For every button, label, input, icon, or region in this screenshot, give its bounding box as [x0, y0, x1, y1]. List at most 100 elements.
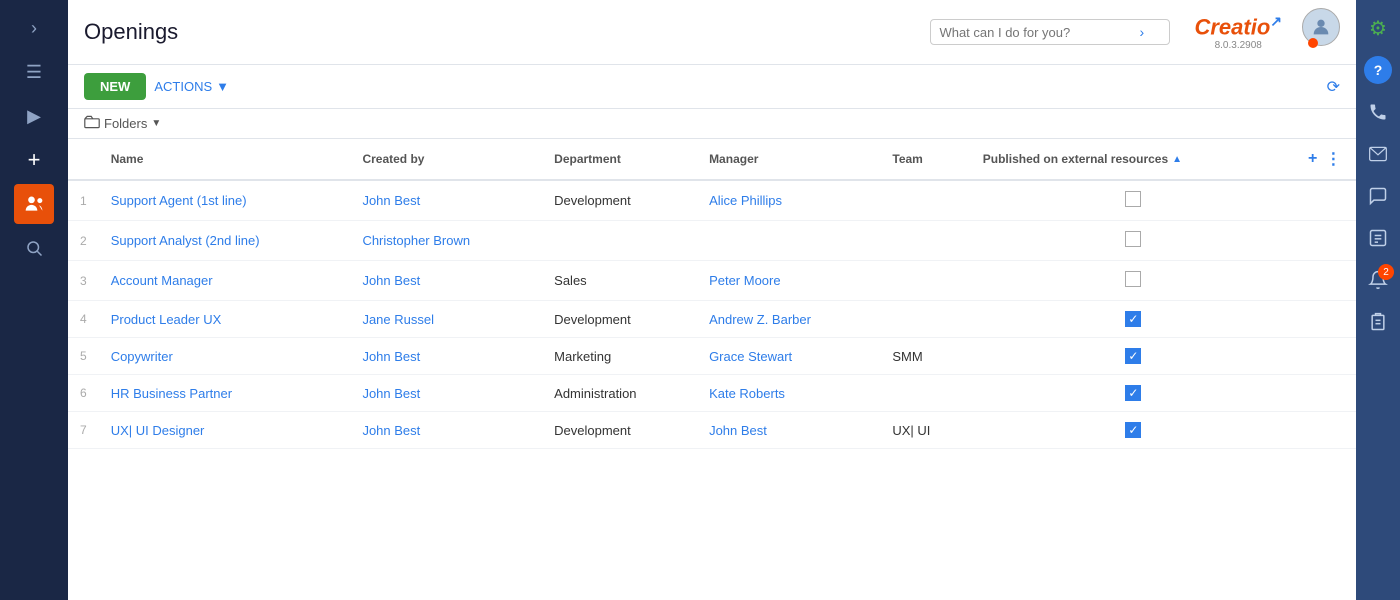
- more-options-icon[interactable]: ⋮: [1325, 149, 1341, 169]
- magnifier-icon[interactable]: [14, 228, 54, 268]
- row-name[interactable]: HR Business Partner: [99, 375, 351, 412]
- help-icon[interactable]: ?: [1364, 56, 1392, 84]
- row-manager[interactable]: Andrew Z. Barber: [697, 301, 880, 338]
- row-created-by[interactable]: Jane Russel: [350, 301, 542, 338]
- col-published[interactable]: Published on external resources ▲: [971, 139, 1296, 180]
- row-manager[interactable]: Kate Roberts: [697, 375, 880, 412]
- add-icon[interactable]: +: [14, 140, 54, 180]
- col-department[interactable]: Department: [542, 139, 697, 180]
- row-created-by[interactable]: John Best: [350, 375, 542, 412]
- people-icon[interactable]: [14, 184, 54, 224]
- checkbox-unchecked[interactable]: [1125, 231, 1141, 247]
- contacts-icon[interactable]: [1358, 218, 1398, 258]
- logo-arrow: ↗: [1270, 13, 1282, 29]
- chevron-right-icon[interactable]: ›: [14, 8, 54, 48]
- row-manager[interactable]: John Best: [697, 412, 880, 449]
- row-actions: [1296, 412, 1356, 449]
- bell-icon[interactable]: 2: [1358, 260, 1398, 300]
- row-department: [542, 221, 697, 261]
- row-created-by[interactable]: Christopher Brown: [350, 221, 542, 261]
- row-name[interactable]: Product Leader UX: [99, 301, 351, 338]
- checkbox-unchecked[interactable]: [1125, 271, 1141, 287]
- row-name[interactable]: UX| UI Designer: [99, 412, 351, 449]
- row-num: 4: [68, 301, 99, 338]
- row-num: 6: [68, 375, 99, 412]
- row-department: Development: [542, 301, 697, 338]
- checkbox-checked[interactable]: ✓: [1125, 311, 1141, 327]
- gear-icon[interactable]: ⚙: [1358, 8, 1398, 48]
- add-column-icon[interactable]: +: [1308, 150, 1317, 168]
- row-department: Sales: [542, 261, 697, 301]
- page-title: Openings: [84, 19, 918, 45]
- row-actions: [1296, 261, 1356, 301]
- hamburger-icon[interactable]: ☰: [14, 52, 54, 92]
- row-name[interactable]: Account Manager: [99, 261, 351, 301]
- search-input[interactable]: [939, 25, 1139, 40]
- row-published[interactable]: ✓: [971, 338, 1296, 375]
- search-submit-icon[interactable]: ›: [1139, 24, 1144, 40]
- email-icon[interactable]: [1358, 134, 1398, 174]
- sort-up-icon[interactable]: ▲: [1172, 154, 1182, 165]
- row-published[interactable]: [971, 221, 1296, 261]
- logo-version: 8.0.3.2908: [1215, 40, 1262, 51]
- row-team: [880, 261, 970, 301]
- toolbar: NEW ACTIONS ▼ ⟳: [68, 65, 1356, 109]
- bell-badge: 2: [1378, 264, 1394, 280]
- phone-icon[interactable]: [1358, 92, 1398, 132]
- row-created-by[interactable]: John Best: [350, 180, 542, 221]
- actions-button[interactable]: ACTIONS ▼: [154, 79, 229, 94]
- row-published[interactable]: ✓: [971, 375, 1296, 412]
- folders-chevron-icon: ▼: [151, 118, 161, 129]
- chat-icon[interactable]: [1358, 176, 1398, 216]
- table-row: 2Support Analyst (2nd line)Christopher B…: [68, 221, 1356, 261]
- row-actions: [1296, 375, 1356, 412]
- row-created-by[interactable]: John Best: [350, 412, 542, 449]
- col-manager[interactable]: Manager: [697, 139, 880, 180]
- clipboard-icon[interactable]: [1358, 302, 1398, 342]
- row-name[interactable]: Copywriter: [99, 338, 351, 375]
- row-created-by[interactable]: John Best: [350, 261, 542, 301]
- checkbox-checked[interactable]: ✓: [1125, 348, 1141, 364]
- row-published[interactable]: [971, 180, 1296, 221]
- folders-row: Folders ▼: [68, 109, 1356, 139]
- row-team: UX| UI: [880, 412, 970, 449]
- row-name[interactable]: Support Analyst (2nd line): [99, 221, 351, 261]
- row-num: 1: [68, 180, 99, 221]
- openings-table: Name Created by Department Manager Team: [68, 139, 1356, 449]
- actions-label: ACTIONS: [154, 79, 212, 94]
- row-team: SMM: [880, 338, 970, 375]
- folders-button[interactable]: Folders ▼: [84, 115, 161, 132]
- logo-cre: Cre: [1194, 14, 1231, 39]
- row-actions: [1296, 221, 1356, 261]
- row-num: 3: [68, 261, 99, 301]
- refresh-icon[interactable]: ⟳: [1327, 79, 1340, 96]
- table-row: 7UX| UI DesignerJohn BestDevelopmentJohn…: [68, 412, 1356, 449]
- play-icon[interactable]: ▶: [14, 96, 54, 136]
- checkbox-checked[interactable]: ✓: [1125, 422, 1141, 438]
- folder-icon: [84, 115, 100, 132]
- row-manager[interactable]: [697, 221, 880, 261]
- new-button[interactable]: NEW: [84, 73, 146, 100]
- row-actions: [1296, 180, 1356, 221]
- row-actions: [1296, 301, 1356, 338]
- col-created-by[interactable]: Created by: [350, 139, 542, 180]
- row-published[interactable]: ✓: [971, 301, 1296, 338]
- row-created-by[interactable]: John Best: [350, 338, 542, 375]
- row-team: [880, 301, 970, 338]
- row-manager[interactable]: Peter Moore: [697, 261, 880, 301]
- row-published[interactable]: [971, 261, 1296, 301]
- row-published[interactable]: ✓: [971, 412, 1296, 449]
- col-name[interactable]: Name: [99, 139, 351, 180]
- table-container: Name Created by Department Manager Team: [68, 139, 1356, 600]
- row-manager[interactable]: Grace Stewart: [697, 338, 880, 375]
- col-team[interactable]: Team: [880, 139, 970, 180]
- row-department: Development: [542, 412, 697, 449]
- checkbox-unchecked[interactable]: [1125, 191, 1141, 207]
- row-name[interactable]: Support Agent (1st line): [99, 180, 351, 221]
- online-status-dot: [1308, 38, 1318, 48]
- search-box[interactable]: ›: [930, 19, 1170, 45]
- checkbox-checked[interactable]: ✓: [1125, 385, 1141, 401]
- row-actions: [1296, 338, 1356, 375]
- row-manager[interactable]: Alice Phillips: [697, 180, 880, 221]
- row-department: Administration: [542, 375, 697, 412]
